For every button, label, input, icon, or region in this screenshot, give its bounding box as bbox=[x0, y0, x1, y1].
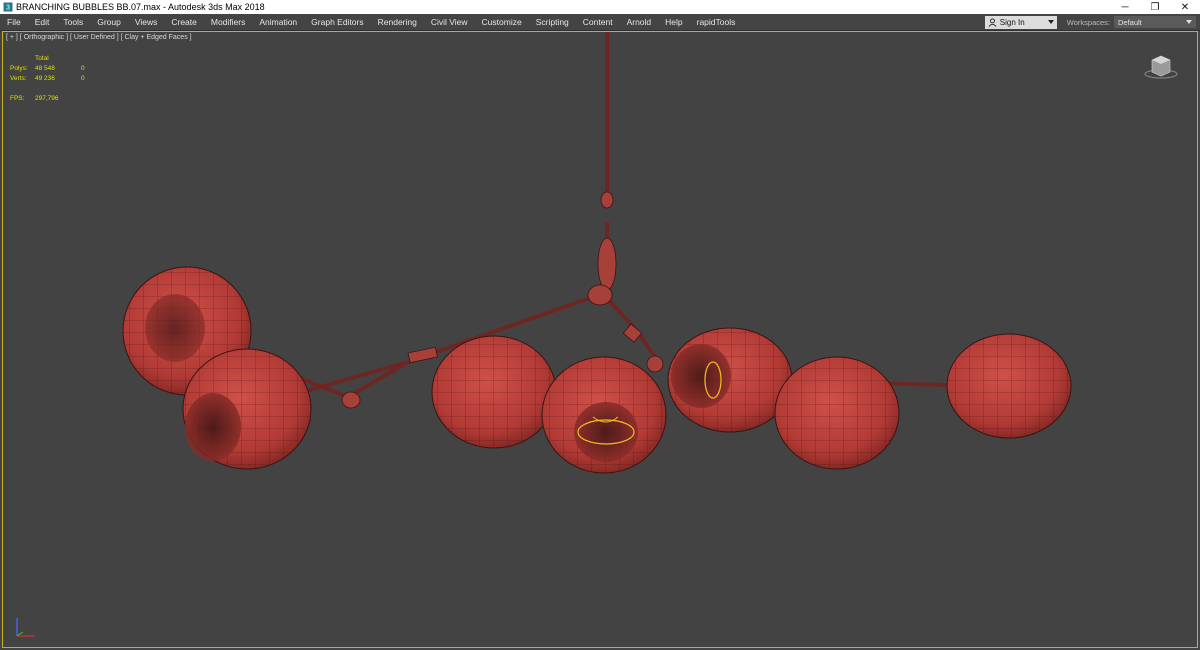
menu-scripting[interactable]: Scripting bbox=[529, 15, 576, 29]
menu-group[interactable]: Group bbox=[90, 15, 128, 29]
menu-file[interactable]: File bbox=[0, 15, 28, 29]
bubble-shade-6 bbox=[774, 356, 900, 470]
menu-arnold[interactable]: Arnold bbox=[620, 15, 659, 29]
stats-polys-label: Polys: bbox=[10, 65, 28, 72]
workspaces-label: Workspaces: bbox=[1066, 17, 1110, 27]
menu-customize[interactable]: Customize bbox=[475, 15, 529, 29]
chevron-down-icon bbox=[1047, 20, 1054, 24]
restore-button[interactable]: ❐ bbox=[1140, 0, 1170, 14]
menu-rapidtools[interactable]: rapidTools bbox=[690, 15, 743, 29]
menu-views[interactable]: Views bbox=[128, 15, 165, 29]
chevron-down-icon bbox=[1186, 20, 1192, 24]
menu-civil-view[interactable]: Civil View bbox=[424, 15, 475, 29]
menu-create[interactable]: Create bbox=[164, 15, 204, 29]
menu-rendering[interactable]: Rendering bbox=[371, 15, 424, 29]
person-icon bbox=[988, 17, 997, 27]
close-button[interactable]: ✕ bbox=[1170, 0, 1200, 14]
sign-in-dropdown[interactable]: Sign In bbox=[984, 15, 1057, 29]
stats-fps-label: FPS: bbox=[10, 95, 25, 102]
bubble-shade-2 bbox=[182, 348, 312, 470]
bubble-shade-5 bbox=[667, 327, 793, 433]
stats-fps-value: 297,796 bbox=[35, 95, 59, 102]
menu-animation[interactable]: Animation bbox=[252, 15, 304, 29]
stats-verts-selected: 0 bbox=[81, 75, 85, 82]
bubble-shade-7 bbox=[946, 333, 1072, 439]
viewport-statistics: Total Polys: 48 548 0 Verts: 49 236 0 FP… bbox=[10, 54, 85, 104]
title-bar: 3 BRANCHING BUBBLES BB.07.max - Autodesk… bbox=[0, 0, 1200, 14]
stats-header-row: Total bbox=[10, 54, 85, 64]
stats-verts-label: Verts: bbox=[10, 75, 27, 82]
stats-fps-row: FPS: 297,796 bbox=[10, 94, 85, 104]
workspaces-select[interactable]: Default bbox=[1114, 16, 1196, 28]
menu-edit[interactable]: Edit bbox=[28, 15, 57, 29]
viewcube-icon[interactable] bbox=[1143, 52, 1179, 80]
workspaces-value: Default bbox=[1118, 17, 1142, 27]
stats-polys-row: Polys: 48 548 0 bbox=[10, 64, 85, 74]
menu-bar: File Edit Tools Group Views Create Modif… bbox=[0, 14, 1200, 31]
bubble-shade-3 bbox=[431, 335, 557, 449]
menu-content[interactable]: Content bbox=[576, 15, 620, 29]
stats-polys-selected: 0 bbox=[81, 65, 85, 72]
menu-tools[interactable]: Tools bbox=[56, 15, 90, 29]
chandelier-rods bbox=[232, 32, 949, 399]
perspective-viewport[interactable]: [ + ] [ Orthographic ] [ User Defined ] … bbox=[2, 31, 1198, 648]
stats-polys-value: 48 548 bbox=[35, 65, 55, 72]
axis-tripod-icon bbox=[16, 618, 35, 637]
menu-modifiers[interactable]: Modifiers bbox=[204, 15, 252, 29]
stats-verts-row: Verts: 49 236 0 bbox=[10, 74, 85, 84]
3dsmax-app-icon[interactable]: 3 bbox=[3, 2, 13, 12]
menu-help[interactable]: Help bbox=[658, 15, 689, 29]
sign-in-label: Sign In bbox=[999, 17, 1025, 27]
scene-canvas[interactable] bbox=[3, 32, 1199, 649]
bubble-shade-4 bbox=[541, 356, 667, 474]
window-title: BRANCHING BUBBLES BB.07.max - Autodesk 3… bbox=[16, 2, 265, 12]
svg-text:3: 3 bbox=[6, 5, 10, 12]
menu-graph-editors[interactable]: Graph Editors bbox=[304, 15, 370, 29]
viewport-label[interactable]: [ + ] [ Orthographic ] [ User Defined ] … bbox=[6, 34, 192, 41]
stats-verts-value: 49 236 bbox=[35, 75, 55, 82]
stats-total-header: Total bbox=[35, 55, 49, 62]
minimize-button[interactable]: ─ bbox=[1110, 0, 1140, 14]
